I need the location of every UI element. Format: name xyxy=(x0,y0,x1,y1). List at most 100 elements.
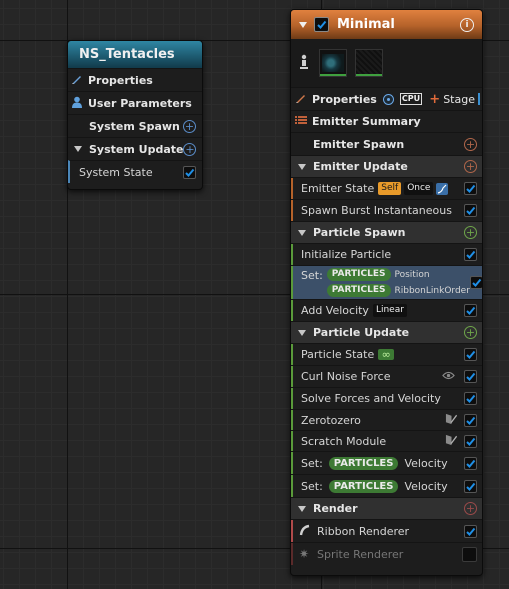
initialize-particle-enable-checkbox[interactable] xyxy=(464,248,477,261)
eye-icon[interactable] xyxy=(442,370,455,383)
set-velocity-row[interactable]: Set: PARTICLES Velocity xyxy=(291,451,482,474)
attribute-name: RibbonLinkOrder xyxy=(394,285,470,296)
emitter-spawn-row[interactable]: Emitter Spawn + xyxy=(291,132,482,155)
particle-state-enable-checkbox[interactable] xyxy=(464,348,477,361)
particle-update-label: Particle Update xyxy=(313,326,410,339)
emitter-update-row[interactable]: Emitter Update + xyxy=(291,155,482,177)
emitter-thumbnail-row xyxy=(291,39,482,87)
system-update-row[interactable]: System Update + xyxy=(68,137,202,160)
add-system-update-module-icon[interactable]: + xyxy=(183,142,197,156)
graph-curve-icon[interactable] xyxy=(436,182,449,195)
particle-spawn-label: Particle Spawn xyxy=(313,226,406,239)
scratch-edit-icon[interactable] xyxy=(445,412,458,428)
zerotozero-row[interactable]: Zerotozero xyxy=(291,409,482,430)
system-state-enable-checkbox[interactable] xyxy=(183,165,196,179)
add-velocity-label: Add Velocity xyxy=(301,304,369,317)
ribbon-renderer-row[interactable]: Ribbon Renderer xyxy=(291,519,482,542)
emitter-enable-checkbox[interactable] xyxy=(314,17,329,32)
system-node[interactable]: NS_Tentacles Properties User Parameters … xyxy=(67,40,203,190)
namespace-pill[interactable]: PARTICLES xyxy=(328,456,399,470)
user-parameters-label: User Parameters xyxy=(88,96,192,110)
add-velocity-row[interactable]: Add Velocity Linear xyxy=(291,299,482,321)
spawn-burst-row[interactable]: Spawn Burst Instantaneous xyxy=(291,199,482,221)
user-parameters-row[interactable]: User Parameters xyxy=(68,91,202,114)
attribute-name: Position xyxy=(394,269,430,280)
system-properties-row[interactable]: Properties xyxy=(68,68,202,91)
emitter-state-row[interactable]: Emitter State Self Once xyxy=(291,177,482,199)
user-icon xyxy=(71,96,83,111)
scratch-module-enable-checkbox[interactable] xyxy=(464,434,477,448)
add-particle-update-module-icon[interactable]: + xyxy=(464,326,477,339)
scratch-edit-icon[interactable] xyxy=(445,433,458,449)
render-row[interactable]: Render + xyxy=(291,497,482,519)
spawn-burst-enable-checkbox[interactable] xyxy=(464,204,477,217)
set-parameter-item[interactable]: PARTICLES Position xyxy=(326,268,470,281)
particle-spawn-row[interactable]: Particle Spawn + xyxy=(291,221,482,243)
emitter-state-enable-checkbox[interactable] xyxy=(464,182,477,195)
pencil-icon xyxy=(71,73,83,88)
curl-noise-label: Curl Noise Force xyxy=(301,370,391,383)
emitter-properties-row[interactable]: Properties CPU + Stage xyxy=(291,87,482,110)
set-position-ribbon-row[interactable]: Set: PARTICLES Position PARTICLES Ribbon… xyxy=(291,265,482,299)
set-velocity-row[interactable]: Set: PARTICLES Velocity xyxy=(291,474,482,497)
curl-noise-enable-checkbox[interactable] xyxy=(464,370,477,383)
ribbon-icon xyxy=(299,524,311,539)
emitter-properties-label: Properties xyxy=(312,92,377,106)
sprite-renderer-label: Sprite Renderer xyxy=(317,547,404,561)
initialize-particle-label: Initialize Particle xyxy=(301,248,392,261)
set-module-enable-checkbox[interactable] xyxy=(469,276,482,289)
solve-forces-label: Solve Forces and Velocity xyxy=(301,392,441,405)
sprite-renderer-enable-checkbox[interactable] xyxy=(462,546,477,562)
collapse-triangle-icon[interactable] xyxy=(74,146,82,152)
add-system-spawn-module-icon[interactable]: + xyxy=(183,119,196,133)
emitter-node-header[interactable]: Minimal i xyxy=(291,10,482,39)
add-emitter-update-module-icon[interactable]: + xyxy=(464,160,477,173)
loop-once-badge[interactable]: Once xyxy=(404,182,434,195)
scratch-module-label: Scratch Module xyxy=(301,434,387,448)
stage-label: Stage xyxy=(443,92,475,106)
particle-preview-thumbnail[interactable] xyxy=(319,49,347,77)
set-velocity-enable-checkbox[interactable] xyxy=(464,479,477,493)
system-state-label: System State xyxy=(79,165,153,179)
system-node-header[interactable]: NS_Tentacles xyxy=(68,41,202,68)
collapse-triangle-icon[interactable] xyxy=(298,163,306,170)
system-spawn-row[interactable]: System Spawn + xyxy=(68,114,202,137)
scratch-module-row[interactable]: Scratch Module xyxy=(291,430,482,451)
collapse-triangle-icon[interactable] xyxy=(298,229,306,236)
local-space-icon[interactable] xyxy=(382,93,394,105)
collapse-triangle-icon[interactable] xyxy=(298,329,306,336)
emitter-update-label: Emitter Update xyxy=(313,160,408,173)
ribbon-renderer-enable-checkbox[interactable] xyxy=(464,524,477,538)
sprite-renderer-row[interactable]: ✷ Sprite Renderer xyxy=(291,542,482,565)
particle-state-label: Particle State xyxy=(301,348,375,361)
velocity-mode-badge[interactable]: Linear xyxy=(372,304,407,317)
collapse-triangle-icon[interactable] xyxy=(298,505,306,512)
life-cycle-self-badge[interactable]: Self xyxy=(378,182,402,195)
set-velocity-enable-checkbox[interactable] xyxy=(464,456,477,470)
particle-update-row[interactable]: Particle Update + xyxy=(291,321,482,343)
add-velocity-enable-checkbox[interactable] xyxy=(464,304,477,317)
infinity-loop-icon[interactable]: ∞ xyxy=(378,349,395,360)
add-stage-button[interactable]: + Stage xyxy=(429,92,480,107)
emitter-summary-row[interactable]: Emitter Summary xyxy=(291,110,482,132)
add-renderer-icon[interactable]: + xyxy=(464,502,477,515)
solve-forces-enable-checkbox[interactable] xyxy=(464,392,477,405)
info-icon[interactable]: i xyxy=(460,17,474,32)
pencil-icon xyxy=(295,92,307,107)
namespace-pill[interactable]: PARTICLES xyxy=(328,479,399,493)
emitter-summary-label: Emitter Summary xyxy=(312,115,421,128)
set-label: Set: xyxy=(301,479,323,493)
curl-noise-row[interactable]: Curl Noise Force xyxy=(291,365,482,387)
set-parameter-item[interactable]: PARTICLES RibbonLinkOrder xyxy=(326,284,470,297)
add-particle-spawn-module-icon[interactable]: + xyxy=(464,226,477,239)
emitter-node[interactable]: Minimal i Properties CPU + Stage Emitter… xyxy=(290,9,483,576)
collapse-triangle-icon[interactable] xyxy=(299,21,307,28)
material-preview-thumbnail[interactable] xyxy=(355,49,383,77)
initialize-particle-row[interactable]: Initialize Particle xyxy=(291,243,482,265)
system-state-row[interactable]: System State xyxy=(68,160,202,183)
zerotozero-enable-checkbox[interactable] xyxy=(464,413,477,427)
set-label: Set: xyxy=(301,456,323,470)
add-emitter-spawn-module-icon[interactable]: + xyxy=(464,137,477,151)
solve-forces-row[interactable]: Solve Forces and Velocity xyxy=(291,387,482,409)
particle-state-row[interactable]: Particle State ∞ xyxy=(291,343,482,365)
